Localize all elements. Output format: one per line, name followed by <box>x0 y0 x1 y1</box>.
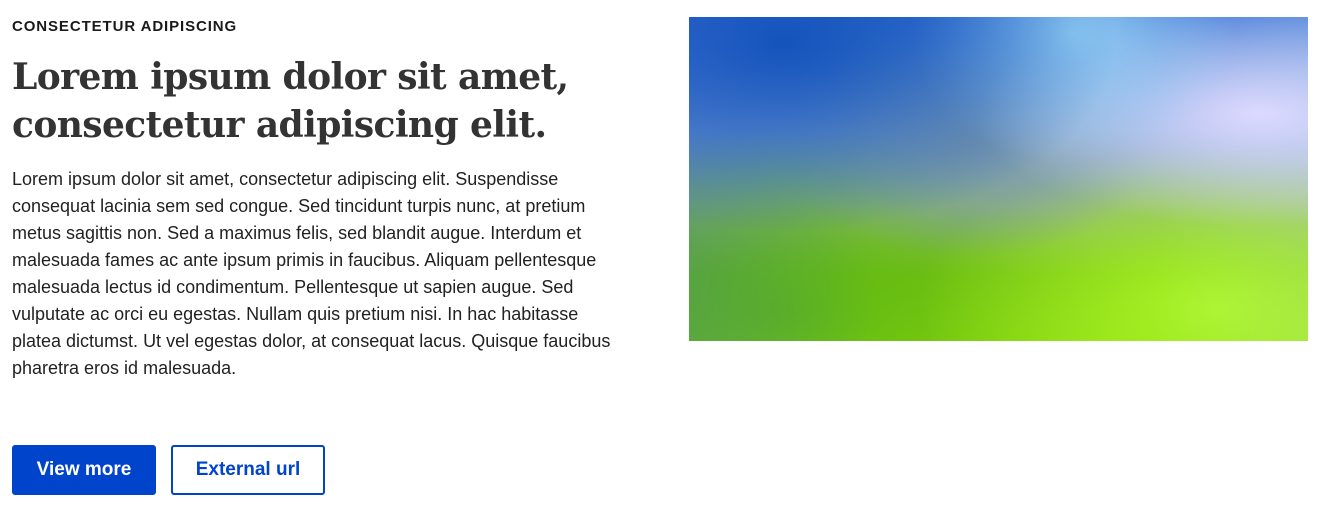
eyebrow-label: CONSECTETUR ADIPISCING <box>12 18 238 35</box>
banner-image <box>689 17 1308 341</box>
banner-title: Lorem ipsum dolor sit amet, consectetur … <box>12 56 569 146</box>
banner-content: CONSECTETUR ADIPISCING Lorem ipsum dolor… <box>12 0 637 382</box>
banner-actions: View more External url <box>12 445 325 495</box>
view-more-button[interactable]: View more <box>12 445 156 495</box>
content-banner: CONSECTETUR ADIPISCING Lorem ipsum dolor… <box>0 0 1319 505</box>
external-url-button[interactable]: External url <box>171 445 325 495</box>
banner-body-text: Lorem ipsum dolor sit amet, consectetur … <box>12 169 611 378</box>
